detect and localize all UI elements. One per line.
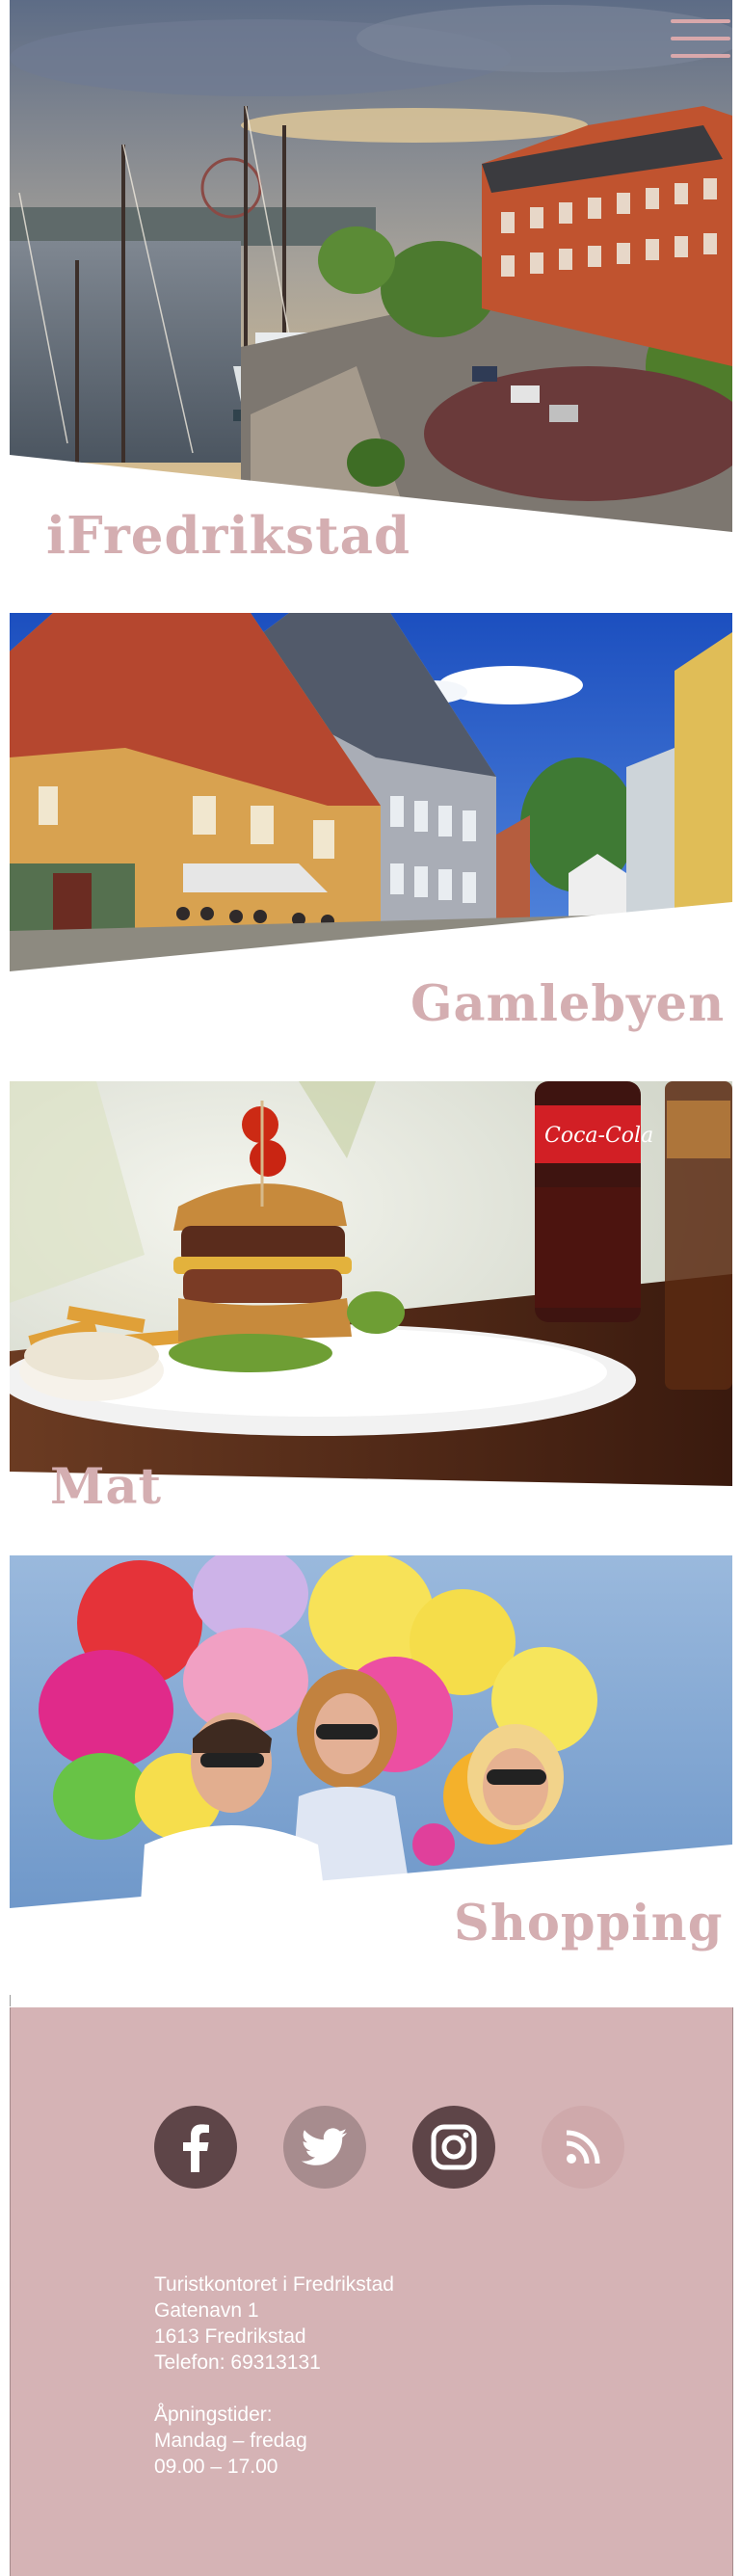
footer: Turistkontoret i Fredrikstad Gatenavn 1 … xyxy=(10,2007,733,2576)
site-title[interactable]: iFredrikstad xyxy=(46,506,410,566)
footer-divider xyxy=(10,1995,733,2006)
mat-photo: Coca-Cola xyxy=(10,1081,732,1496)
opening-hours-label: Åpningstider: xyxy=(154,2403,273,2426)
section-title-shopping[interactable]: Shopping xyxy=(454,1895,723,1952)
contact-info: Turistkontoret i Fredrikstad Gatenavn 1 … xyxy=(154,2271,394,2480)
svg-text:Coca-Cola: Coca-Cola xyxy=(544,1124,653,1148)
section-title-gamlebyen[interactable]: Gamlebyen xyxy=(410,975,725,1033)
hamburger-menu-icon[interactable] xyxy=(671,19,730,62)
opening-days: Mandag – fredag xyxy=(154,2430,307,2452)
opening-time: 09.00 – 17.00 xyxy=(154,2456,278,2478)
street-address: Gatenavn 1 xyxy=(154,2299,259,2322)
twitter-icon[interactable] xyxy=(283,2106,366,2189)
instagram-icon[interactable] xyxy=(412,2106,495,2189)
section-mat[interactable]: Coca-Cola xyxy=(10,1081,732,1496)
phone-number: Telefon: 69313131 xyxy=(154,2351,321,2374)
section-shopping[interactable] xyxy=(10,1555,732,1918)
gamlebyen-photo xyxy=(10,613,732,1002)
postal-address: 1613 Fredrikstad xyxy=(154,2325,306,2348)
section-title-mat[interactable]: Mat xyxy=(50,1458,162,1516)
hero-image-harbour[interactable] xyxy=(10,0,732,540)
rss-icon[interactable] xyxy=(542,2106,624,2189)
harbour-photo xyxy=(10,0,732,540)
social-links xyxy=(11,2106,732,2189)
shopping-photo xyxy=(10,1555,732,1918)
office-name: Turistkontoret i Fredrikstad xyxy=(154,2273,394,2296)
section-gamlebyen[interactable] xyxy=(10,613,732,1002)
facebook-icon[interactable] xyxy=(154,2106,237,2189)
